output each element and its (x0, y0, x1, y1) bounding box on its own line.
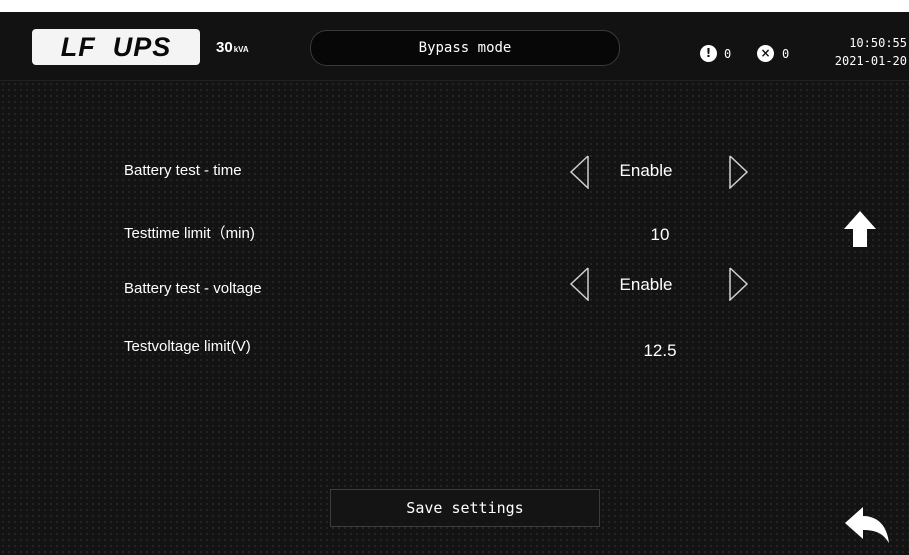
warning-count: 0 (724, 47, 732, 61)
right-arrow-icon[interactable] (726, 267, 750, 302)
x-circle-icon[interactable]: × (757, 45, 774, 62)
setting-value-test-voltage-limit[interactable]: 12.5 (610, 341, 710, 361)
ups-screen: LF UPS 30kVA Bypass mode ! 0 × 0 10:50:5… (0, 0, 909, 555)
back-arrow-icon[interactable] (843, 505, 891, 545)
exclamation-circle-icon[interactable]: ! (700, 45, 717, 62)
power-unit: kVA (233, 45, 249, 54)
left-arrow-icon[interactable] (568, 155, 592, 190)
setting-value-battery-test-time: Enable (619, 161, 673, 180)
right-arrow-icon[interactable] (726, 155, 750, 190)
setting-value-test-time-limit[interactable]: 10 (610, 225, 710, 245)
clock-date: 2021-01-20 (834, 54, 907, 68)
clock-time: 10:50:55 (849, 36, 907, 50)
mode-indicator: Bypass mode (310, 30, 620, 66)
setting-value-battery-test-voltage: Enable (619, 275, 673, 294)
settings-panel (0, 81, 909, 555)
status-header: LF UPS 30kVA Bypass mode ! 0 × 0 10:50:5… (0, 12, 909, 81)
power-value: 30 (216, 39, 233, 56)
setting-label-battery-test-time: Battery test - time (124, 162, 242, 179)
fault-count: 0 (782, 47, 790, 61)
left-arrow-icon[interactable] (568, 267, 592, 302)
brand-logo: LF UPS (32, 29, 200, 65)
save-settings-button[interactable]: Save settings (330, 489, 600, 527)
setting-label-test-time-limit: Testtime limit（min) (124, 225, 255, 242)
up-arrow-icon[interactable] (842, 209, 878, 249)
top-border (0, 0, 909, 12)
setting-label-test-voltage-limit: Testvoltage limit(V) (124, 338, 251, 355)
setting-label-battery-test-voltage: Battery test - voltage (124, 280, 262, 297)
power-rating: 30kVA (216, 39, 249, 56)
